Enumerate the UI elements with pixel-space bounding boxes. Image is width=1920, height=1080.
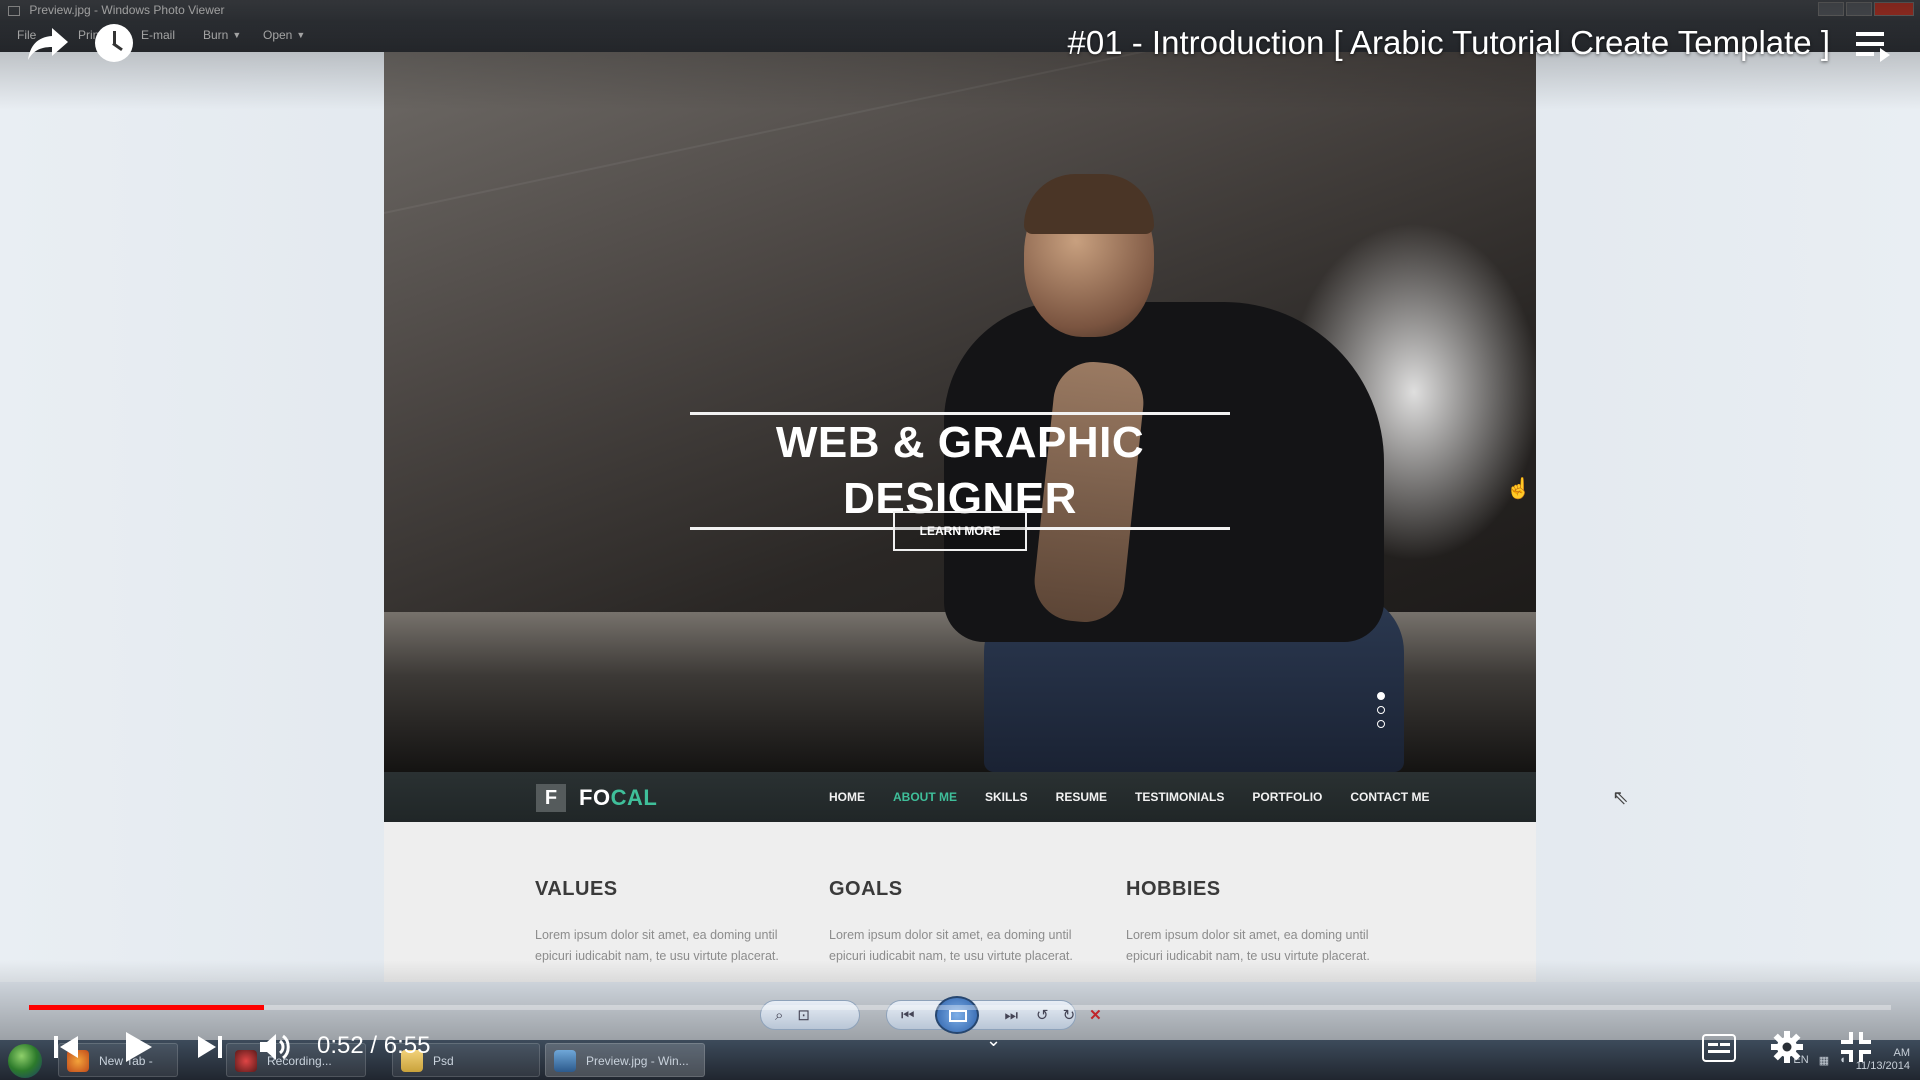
site-nav-items: HOME ABOUT ME SKILLS RESUME TESTIMONIALS… bbox=[829, 772, 1429, 822]
logo-letter-box: F bbox=[536, 784, 566, 812]
progress-bar[interactable] bbox=[29, 1005, 1891, 1010]
site-nav-contact: CONTACT ME bbox=[1350, 790, 1430, 804]
logo-text-part1: FO bbox=[579, 785, 611, 810]
menu-burn[interactable]: Burn ▼ bbox=[203, 28, 241, 42]
exit-fullscreen-icon[interactable] bbox=[1841, 1032, 1871, 1062]
site-content: VALUES Lorem ipsum dolor sit amet, ea do… bbox=[384, 822, 1536, 982]
gear-icon[interactable] bbox=[1771, 1031, 1803, 1063]
photo-viewer-task-icon bbox=[554, 1050, 576, 1072]
recorder-icon bbox=[235, 1050, 257, 1072]
start-button[interactable] bbox=[8, 1044, 42, 1078]
play-slideshow-button[interactable] bbox=[935, 996, 979, 1034]
hobbies-text: Lorem ipsum dolor sit amet, ea doming un… bbox=[1126, 928, 1370, 963]
learn-more-button: LEARN MORE bbox=[893, 511, 1027, 551]
site-nav-home: HOME bbox=[829, 790, 865, 804]
slider-dot-1 bbox=[1377, 692, 1385, 700]
taskbar-photo-viewer[interactable]: Preview.jpg - Win... bbox=[545, 1043, 705, 1077]
slider-dot-2 bbox=[1377, 706, 1385, 714]
menu-open-label: Open bbox=[263, 28, 293, 42]
menu-open[interactable]: Open ▼ bbox=[263, 28, 305, 42]
goals-heading: GOALS bbox=[829, 878, 903, 900]
clock-hand-minute bbox=[112, 42, 123, 52]
progress-played bbox=[29, 1005, 264, 1010]
viewer-toolbar: ⌕ ⊡ ⏮ ⏭ ↺ ↻ ✕ bbox=[760, 996, 1160, 1036]
chevron-down-icon: ▼ bbox=[232, 30, 242, 40]
volume-icon[interactable] bbox=[258, 1031, 292, 1063]
previous-video-icon[interactable] bbox=[52, 1033, 80, 1061]
minimize-button[interactable] bbox=[1818, 2, 1844, 16]
slideshow-icon bbox=[949, 1010, 967, 1022]
slider-dot-3 bbox=[1377, 720, 1385, 728]
site-nav-portfolio: PORTFOLIO bbox=[1252, 790, 1323, 804]
window-title: Preview.jpg - Windows Photo Viewer bbox=[29, 3, 225, 17]
site-nav-about: ABOUT ME bbox=[893, 790, 957, 804]
goals-text: Lorem ipsum dolor sit amet, ea doming un… bbox=[829, 928, 1073, 963]
values-text: Lorem ipsum dolor sit amet, ea doming un… bbox=[535, 928, 779, 963]
person-hair bbox=[1024, 174, 1154, 234]
site-nav-skills: SKILLS bbox=[985, 790, 1028, 804]
chevron-down-icon[interactable]: ⌄ bbox=[986, 1030, 1001, 1051]
site-nav-testimonials: TESTIMONIALS bbox=[1135, 790, 1225, 804]
menu-email[interactable]: E-mail bbox=[141, 28, 175, 42]
play-icon[interactable] bbox=[124, 1030, 154, 1064]
hand-cursor-icon: ☝ bbox=[1506, 478, 1531, 500]
share-icon[interactable] bbox=[26, 24, 70, 64]
mouse-pointer-icon: ⇖ bbox=[1612, 787, 1629, 809]
values-column: VALUES Lorem ipsum dolor sit amet, ea do… bbox=[535, 878, 805, 967]
logo-text: FOCAL bbox=[579, 784, 657, 812]
site-navbar: F FOCAL HOME ABOUT ME SKILLS RESUME TEST… bbox=[384, 772, 1536, 822]
menu-email-label: E-mail bbox=[141, 28, 176, 42]
subtitles-icon[interactable] bbox=[1702, 1034, 1736, 1062]
window-controls bbox=[1818, 2, 1914, 16]
values-heading: VALUES bbox=[535, 878, 618, 900]
chevron-down-icon: ▼ bbox=[296, 30, 306, 40]
playlist-icon[interactable] bbox=[1856, 30, 1890, 64]
hobbies-column: HOBBIES Lorem ipsum dolor sit amet, ea d… bbox=[1126, 878, 1396, 967]
menu-burn-label: Burn bbox=[203, 28, 229, 42]
logo-text-part2: CAL bbox=[610, 785, 658, 810]
tray-network-icon[interactable]: ▦ bbox=[1819, 1054, 1829, 1067]
window-titlebar: Preview.jpg - Windows Photo Viewer bbox=[0, 0, 1920, 20]
taskbar-folder-label: Psd bbox=[433, 1054, 454, 1068]
watch-later-icon[interactable] bbox=[95, 24, 133, 62]
slider-dots bbox=[1377, 692, 1385, 728]
video-title[interactable]: #01 - Introduction [ Arabic Tutorial Cre… bbox=[1068, 20, 1830, 66]
goals-column: GOALS Lorem ipsum dolor sit amet, ea dom… bbox=[829, 878, 1099, 967]
photo-viewer-icon bbox=[8, 5, 20, 16]
preview-image: WEB & GRAPHIC DESIGNER LEARN MORE ☝ F FO… bbox=[384, 52, 1536, 982]
next-video-icon[interactable] bbox=[196, 1033, 224, 1061]
taskbar-photo-viewer-label: Preview.jpg - Win... bbox=[586, 1054, 689, 1068]
hobbies-heading: HOBBIES bbox=[1126, 878, 1221, 900]
close-button[interactable] bbox=[1874, 2, 1914, 16]
site-nav-resume: RESUME bbox=[1055, 790, 1108, 804]
maximize-button[interactable] bbox=[1846, 2, 1872, 16]
time-display: 0:52 / 6:55 bbox=[317, 1032, 431, 1059]
hero-section: WEB & GRAPHIC DESIGNER LEARN MORE ☝ bbox=[384, 52, 1536, 772]
